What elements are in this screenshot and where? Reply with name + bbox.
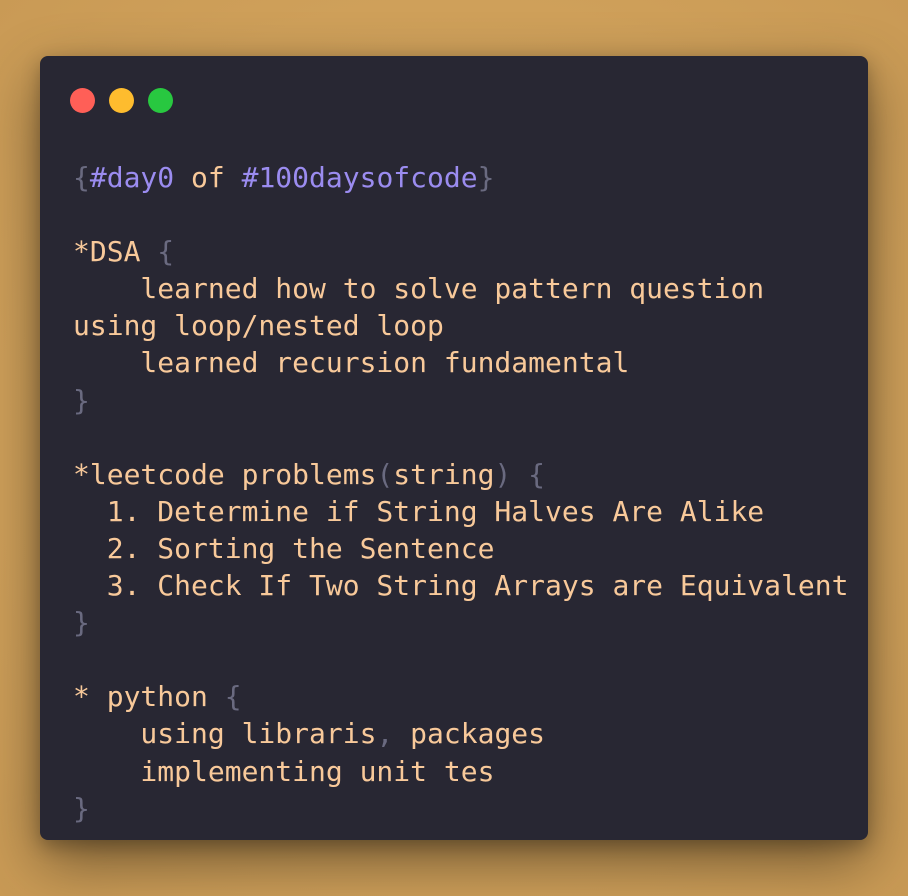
code-text: * python bbox=[73, 680, 225, 714]
code-window: {#day0 of #100daysofcode} *DSA { learned … bbox=[40, 56, 868, 840]
code-text: packages bbox=[393, 717, 546, 751]
code-text: using libraris bbox=[73, 717, 377, 751]
window-controls bbox=[70, 88, 173, 113]
code-line: } bbox=[73, 382, 848, 419]
code-punctuation: , bbox=[376, 717, 394, 751]
code-line: implementing unit tes bbox=[73, 753, 848, 790]
code-line: 1. Determine if String Halves Are Alike bbox=[73, 493, 848, 530]
code-punctuation: { bbox=[224, 680, 242, 714]
code-text: 2. Sorting the Sentence bbox=[73, 531, 495, 565]
code-punctuation: { bbox=[73, 161, 90, 194]
code-block: {#day0 of #100daysofcode} *DSA { learned … bbox=[73, 159, 848, 827]
code-text: * bbox=[73, 235, 90, 269]
code-line: using loop/nested loop bbox=[73, 307, 848, 344]
code-tag: #100daysofcode bbox=[241, 161, 478, 194]
code-text: learned how to solve pattern question bbox=[73, 272, 765, 306]
code-text: *leetcode problems bbox=[73, 457, 377, 491]
code-line: 2. Sorting the Sentence bbox=[73, 530, 848, 567]
code-text: 3. Check If Two String Arrays are Equiva… bbox=[73, 569, 849, 603]
code-punctuation: } bbox=[73, 383, 90, 417]
code-line: *DSA { bbox=[73, 233, 848, 270]
code-tag: #day0 bbox=[89, 161, 175, 194]
code-text: implementing unit tes bbox=[73, 754, 495, 788]
code-punctuation: ( bbox=[376, 457, 394, 491]
code-punctuation: { bbox=[157, 235, 175, 269]
code-line: learned how to solve pattern question bbox=[73, 270, 848, 307]
minimize-dot-icon[interactable] bbox=[109, 88, 134, 113]
code-text: DSA bbox=[89, 235, 158, 269]
code-line: } bbox=[73, 604, 848, 641]
code-line: *leetcode problems(string) { bbox=[73, 456, 848, 493]
maximize-dot-icon[interactable] bbox=[148, 88, 173, 113]
code-text: string bbox=[393, 457, 495, 491]
code-line: * python { bbox=[73, 678, 848, 715]
code-punctuation: } bbox=[73, 791, 90, 825]
code-punctuation: } bbox=[477, 161, 495, 194]
close-dot-icon[interactable] bbox=[70, 88, 95, 113]
code-line: 3. Check If Two String Arrays are Equiva… bbox=[73, 567, 849, 604]
code-line: learned recursion fundamental bbox=[73, 344, 848, 381]
code-line: using libraris, packages bbox=[73, 715, 848, 752]
code-text: 1. Determine if String Halves Are Alike bbox=[73, 494, 765, 528]
code-line: {#day0 of #100daysofcode} bbox=[73, 159, 848, 196]
code-text: learned recursion fundamental bbox=[73, 346, 630, 380]
code-text: using loop/nested loop bbox=[73, 309, 444, 343]
code-text: of bbox=[174, 161, 242, 194]
code-punctuation: } bbox=[73, 606, 90, 640]
code-punctuation: ) { bbox=[494, 457, 546, 491]
code-line: } bbox=[73, 790, 848, 827]
